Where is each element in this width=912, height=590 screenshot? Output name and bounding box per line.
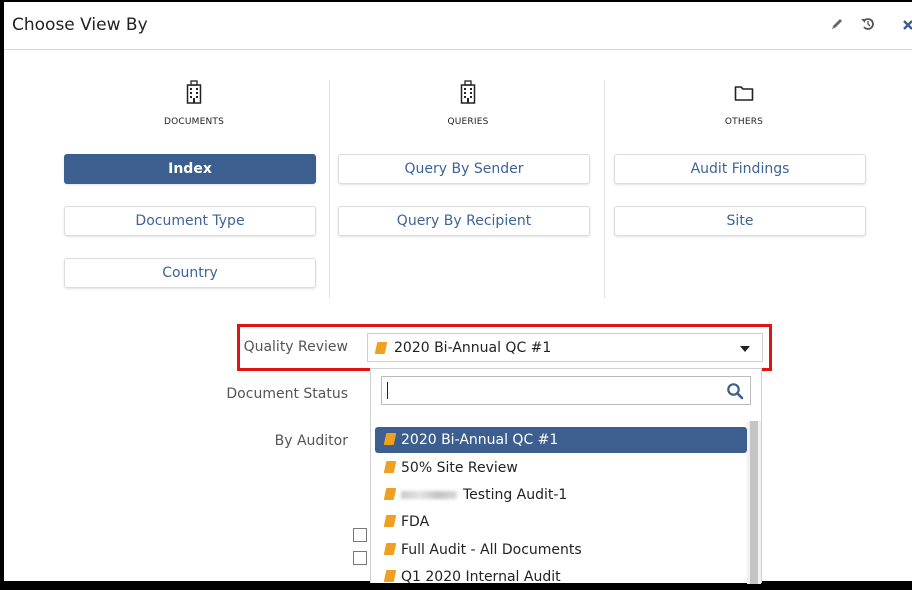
dialog-titlebar: Choose View By (4, 2, 912, 50)
undo-icon[interactable] (860, 16, 876, 36)
others-label: OTHERS (724, 117, 764, 127)
text-cursor (387, 382, 388, 399)
dropdown-option[interactable]: Q1 2020 Internal Audit (375, 564, 747, 590)
query-by-recipient-button[interactable]: Query By Recipient (338, 206, 590, 236)
close-icon[interactable] (902, 16, 912, 35)
checkbox[interactable] (353, 528, 367, 542)
dropdown-option[interactable]: Full Audit - All Documents (375, 537, 747, 563)
country-button[interactable]: Country (64, 258, 316, 288)
queries-column: QUERIES (338, 80, 598, 298)
building-icon (338, 80, 598, 108)
book-icon (383, 488, 397, 500)
dropdown-option[interactable]: 50% Site Review (375, 455, 747, 481)
checkbox[interactable] (353, 551, 367, 565)
book-icon (383, 515, 397, 527)
by-auditor-label: By Auditor (274, 433, 348, 449)
option-label: Q1 2020 Internal Audit (401, 569, 561, 585)
scrollbar-thumb[interactable] (750, 421, 758, 584)
quality-review-dropdown: 2020 Bi-Annual QC #1 50% Site Review Tes… (370, 368, 762, 585)
others-column: OTHERS (614, 80, 874, 298)
dropdown-option[interactable]: 2020 Bi-Annual QC #1 (375, 427, 747, 453)
document-type-button[interactable]: Document Type (64, 206, 316, 236)
column-divider (329, 80, 330, 298)
queries-label: QUERIES (447, 117, 489, 127)
choose-view-dialog: Choose View By DOCUMENTS QUERIES OTHERS … (2, 0, 912, 585)
book-icon (383, 433, 397, 445)
documents-label: DOCUMENTS (163, 117, 225, 127)
folder-icon (614, 80, 874, 108)
option-label: FDA (401, 514, 430, 530)
dialog-title: Choose View By (12, 15, 148, 35)
book-icon (383, 461, 397, 473)
option-label: Testing Audit-1 (463, 487, 568, 503)
book-icon (383, 570, 397, 582)
option-label: Full Audit - All Documents (401, 542, 582, 558)
option-label: 50% Site Review (401, 460, 518, 476)
book-icon (383, 543, 397, 555)
dropdown-scrollbar[interactable] (747, 421, 761, 584)
highlight-box (237, 324, 772, 371)
dropdown-option[interactable]: FDA (375, 509, 747, 535)
redacted-text (401, 491, 457, 499)
document-status-label: Document Status (226, 386, 348, 402)
building-icon (64, 80, 324, 108)
dropdown-search-input[interactable] (381, 376, 751, 405)
audit-findings-button[interactable]: Audit Findings (614, 154, 866, 184)
option-label: 2020 Bi-Annual QC #1 (401, 432, 559, 448)
pencil-icon[interactable] (830, 16, 844, 35)
site-button[interactable]: Site (614, 206, 866, 236)
column-divider (604, 80, 605, 298)
search-icon[interactable] (726, 382, 744, 400)
dropdown-option[interactable]: Testing Audit-1 (375, 482, 747, 508)
index-button[interactable]: Index (64, 154, 316, 184)
query-by-sender-button[interactable]: Query By Sender (338, 154, 590, 184)
